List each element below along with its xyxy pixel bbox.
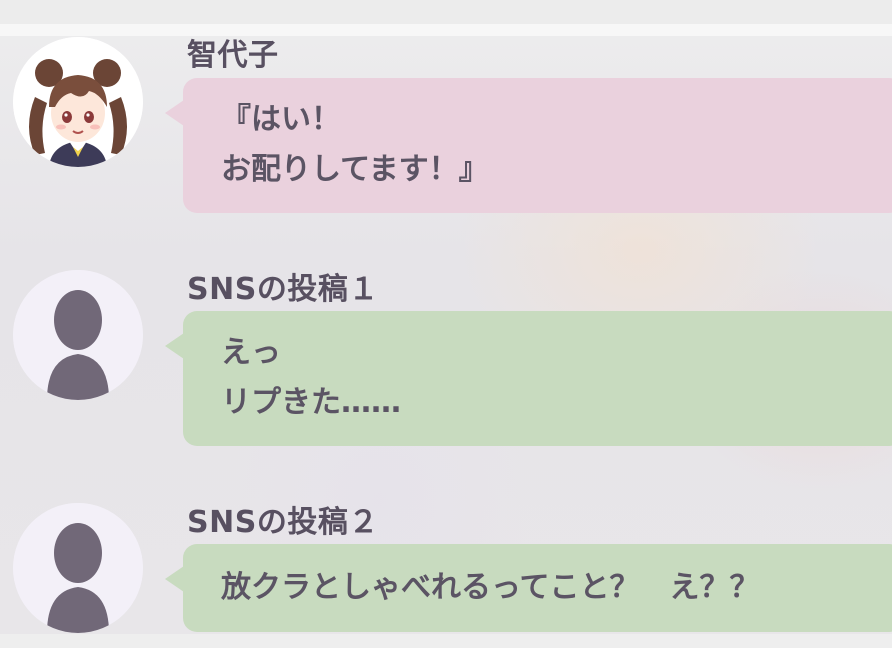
anonymous-user-silhouette-icon (13, 270, 143, 400)
bottom-divider (0, 634, 892, 648)
message-bubble[interactable]: 放クラとしゃべれるってこと？ え？？ (165, 544, 892, 632)
sns-user-avatar[interactable] (13, 503, 143, 633)
chat-screen: 智代子 『はい！ お配りしてます！』 SNSの投稿１ えっ リプきた…… SNS… (0, 0, 892, 648)
sns-user-avatar[interactable] (13, 270, 143, 400)
anonymous-user-silhouette-icon (13, 503, 143, 633)
top-divider (0, 24, 892, 36)
chiyoko-avatar[interactable] (13, 37, 143, 167)
message-line: お配りしてます！』 (221, 152, 489, 187)
sender-name: SNSの投稿１ (187, 272, 379, 307)
message-line: えっ (221, 335, 281, 370)
message-bubble[interactable]: 『はい！ お配りしてます！』 (165, 78, 892, 213)
message-line: リプきた…… (221, 385, 401, 420)
message-bubble[interactable]: えっ リプきた…… (165, 311, 892, 446)
chiyoko-character-icon (13, 37, 143, 167)
message-line: 放クラとしゃべれるってこと？ え？？ (221, 570, 760, 605)
message-line: 『はい！ (221, 102, 341, 137)
sender-name: SNSの投稿２ (187, 505, 379, 540)
top-bar (0, 0, 892, 24)
sender-name: 智代子 (187, 38, 279, 73)
